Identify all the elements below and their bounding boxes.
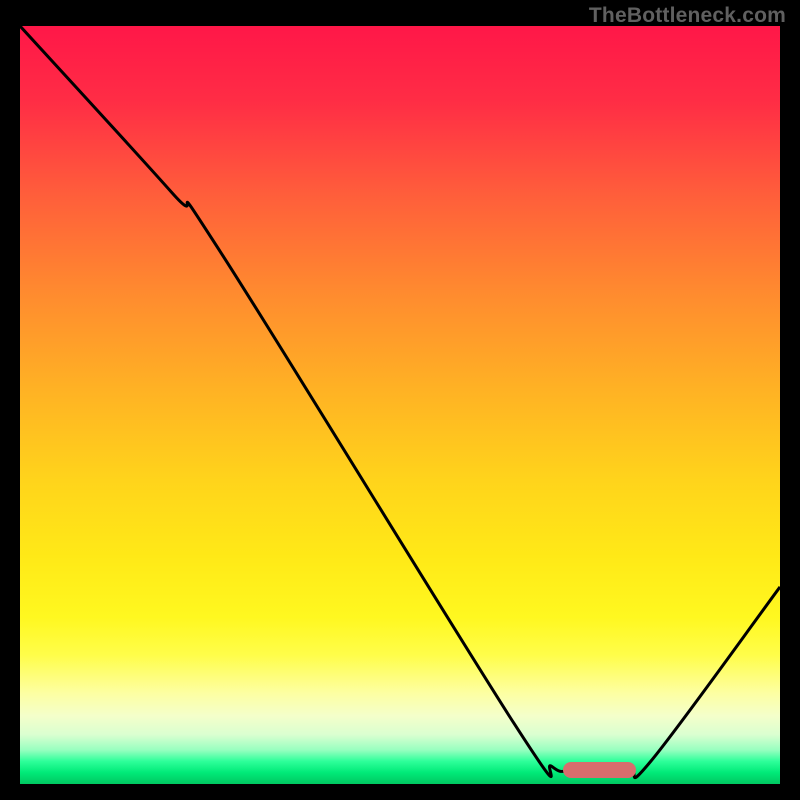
watermark-text: TheBottleneck.com (589, 4, 786, 28)
bottleneck-curve-path (20, 26, 780, 778)
plot-area (20, 26, 780, 784)
curve-svg (20, 26, 780, 784)
optimal-marker (563, 762, 635, 778)
